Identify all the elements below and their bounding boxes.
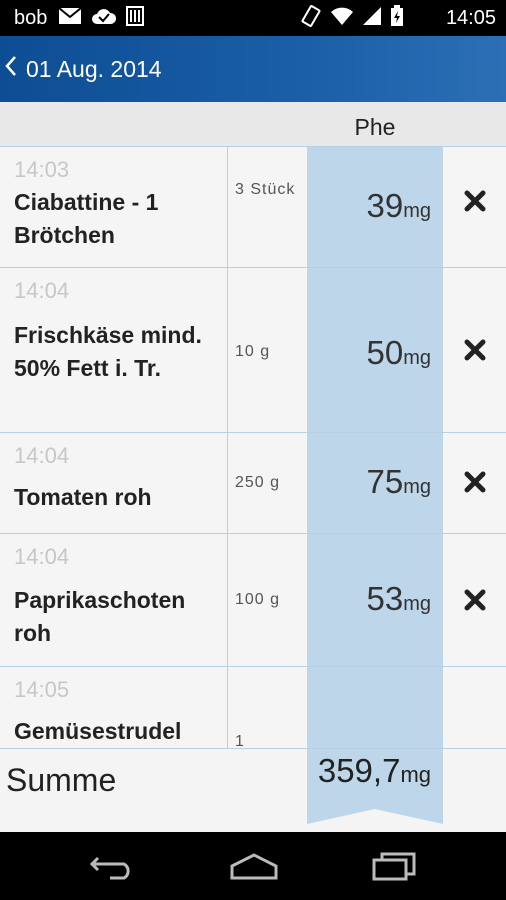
entry-name: Paprikaschoten roh	[14, 587, 186, 646]
entry-name: Gemüsestrudel	[14, 718, 182, 744]
delete-icon[interactable]	[458, 583, 492, 617]
recents-icon[interactable]	[364, 846, 424, 886]
page-title[interactable]: 01 Aug. 2014	[26, 56, 162, 83]
entry-name: Tomaten roh	[14, 484, 152, 510]
summary-divider	[0, 748, 506, 749]
entry-amount: 75mg	[366, 463, 431, 500]
signal-icon	[362, 6, 382, 31]
summary-value: 359,7mg	[317, 752, 431, 789]
list-item[interactable]: 14:04 Tomaten roh 250 g 75mg	[0, 432, 506, 533]
column-header: Phe	[0, 102, 506, 146]
status-bar: bob 14:05	[0, 0, 506, 36]
chevron-left-icon[interactable]	[4, 54, 22, 85]
list-item[interactable]: 14:05 Gemüsestrudel 1	[0, 666, 506, 748]
entry-amount: 50mg	[366, 334, 431, 371]
entry-amount: 39mg	[366, 187, 431, 224]
entry-time: 14:05	[14, 677, 70, 702]
cloud-check-icon	[91, 7, 117, 30]
phe-column-notch	[307, 797, 443, 824]
entry-time: 14:04	[14, 443, 70, 468]
list-item[interactable]: 14:04 Paprikaschoten roh 100 g 53mg	[0, 533, 506, 666]
rotate-icon	[300, 4, 322, 32]
entry-name: Frischkäse mind. 50% Fett i. Tr.	[14, 322, 202, 381]
entry-time: 14:04	[14, 544, 70, 569]
entry-name: Ciabattine - 1 Brötchen	[14, 189, 159, 248]
back-icon[interactable]	[82, 846, 142, 886]
wifi-icon	[330, 6, 354, 31]
list-item[interactable]: 14:03 Ciabattine - 1 Brötchen 3 Stück 39…	[0, 146, 506, 267]
home-icon[interactable]	[224, 846, 284, 886]
status-time: 14:05	[445, 7, 496, 29]
status-user: bob	[14, 7, 48, 29]
battery-icon	[390, 4, 404, 32]
phe-column-label: Phe	[354, 114, 396, 140]
delete-icon[interactable]	[458, 184, 492, 218]
entry-quantity: 1	[235, 733, 245, 748]
entry-quantity: 100 g	[235, 591, 281, 608]
entry-quantity: 10 g	[235, 343, 271, 360]
entry-list[interactable]: 14:03 Ciabattine - 1 Brötchen 3 Stück 39…	[0, 146, 506, 748]
app-header: 01 Aug. 2014	[0, 36, 506, 102]
mail-icon	[58, 6, 82, 30]
list-item[interactable]: 14:04 Frischkäse mind. 50% Fett i. Tr. 1…	[0, 267, 506, 432]
entry-time: 14:03	[14, 157, 70, 182]
delete-icon[interactable]	[458, 333, 492, 367]
entry-amount: 53mg	[366, 580, 431, 617]
system-nav-bar	[0, 832, 506, 900]
delete-icon[interactable]	[458, 465, 492, 499]
entry-quantity: 250 g	[235, 474, 281, 491]
barcode-icon	[126, 5, 144, 31]
entry-quantity: 3 Stück	[235, 181, 296, 198]
summary-label: Summe	[6, 762, 117, 798]
entry-time: 14:04	[14, 278, 70, 303]
